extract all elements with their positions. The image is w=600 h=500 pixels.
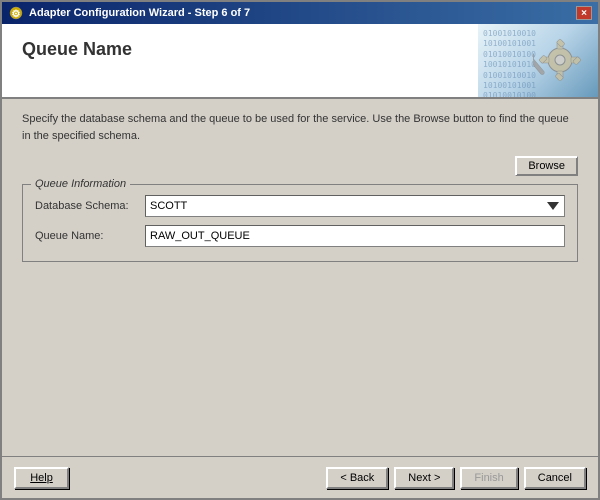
help-button[interactable]: Help: [14, 467, 69, 489]
wizard-window: ⚙ Adapter Configuration Wizard - Step 6 …: [0, 0, 600, 500]
database-schema-label: Database Schema:: [35, 200, 145, 212]
close-button[interactable]: ×: [576, 6, 592, 20]
window-title: Adapter Configuration Wizard - Step 6 of…: [29, 7, 250, 19]
database-schema-row: Database Schema: SCOTT: [35, 195, 565, 217]
description-text: Specify the database schema and the queu…: [22, 111, 578, 144]
footer-right: < Back Next > Finish Cancel: [326, 467, 586, 489]
footer-left: Help: [14, 467, 69, 489]
header-banner: Queue Name 01001010010 10100101001 01010…: [2, 24, 598, 99]
browse-row: Browse: [22, 156, 578, 176]
database-schema-select[interactable]: SCOTT: [145, 195, 565, 217]
svg-text:⚙: ⚙: [12, 9, 21, 20]
header-graphic: 01001010010 10100101001 01010010100 1001…: [478, 24, 598, 97]
gear-icon: [533, 33, 588, 88]
queue-name-input[interactable]: [145, 225, 565, 247]
browse-button[interactable]: Browse: [515, 156, 578, 176]
queue-name-label: Queue Name:: [35, 230, 145, 242]
gear-overlay: [478, 24, 598, 97]
next-button[interactable]: Next >: [394, 467, 454, 489]
title-bar: ⚙ Adapter Configuration Wizard - Step 6 …: [2, 2, 598, 24]
back-button[interactable]: < Back: [326, 467, 388, 489]
finish-button[interactable]: Finish: [460, 467, 517, 489]
group-box-legend: Queue Information: [31, 178, 130, 190]
main-content: Specify the database schema and the queu…: [2, 99, 598, 456]
queue-name-row: Queue Name:: [35, 225, 565, 247]
page-title: Queue Name: [22, 39, 458, 60]
title-bar-left: ⚙ Adapter Configuration Wizard - Step 6 …: [8, 5, 250, 21]
footer: Help < Back Next > Finish Cancel: [2, 456, 598, 498]
wizard-icon: ⚙: [8, 5, 24, 21]
cancel-button[interactable]: Cancel: [524, 467, 586, 489]
header-content: Queue Name: [2, 24, 478, 97]
queue-information-group: Queue Information Database Schema: SCOTT…: [22, 184, 578, 262]
